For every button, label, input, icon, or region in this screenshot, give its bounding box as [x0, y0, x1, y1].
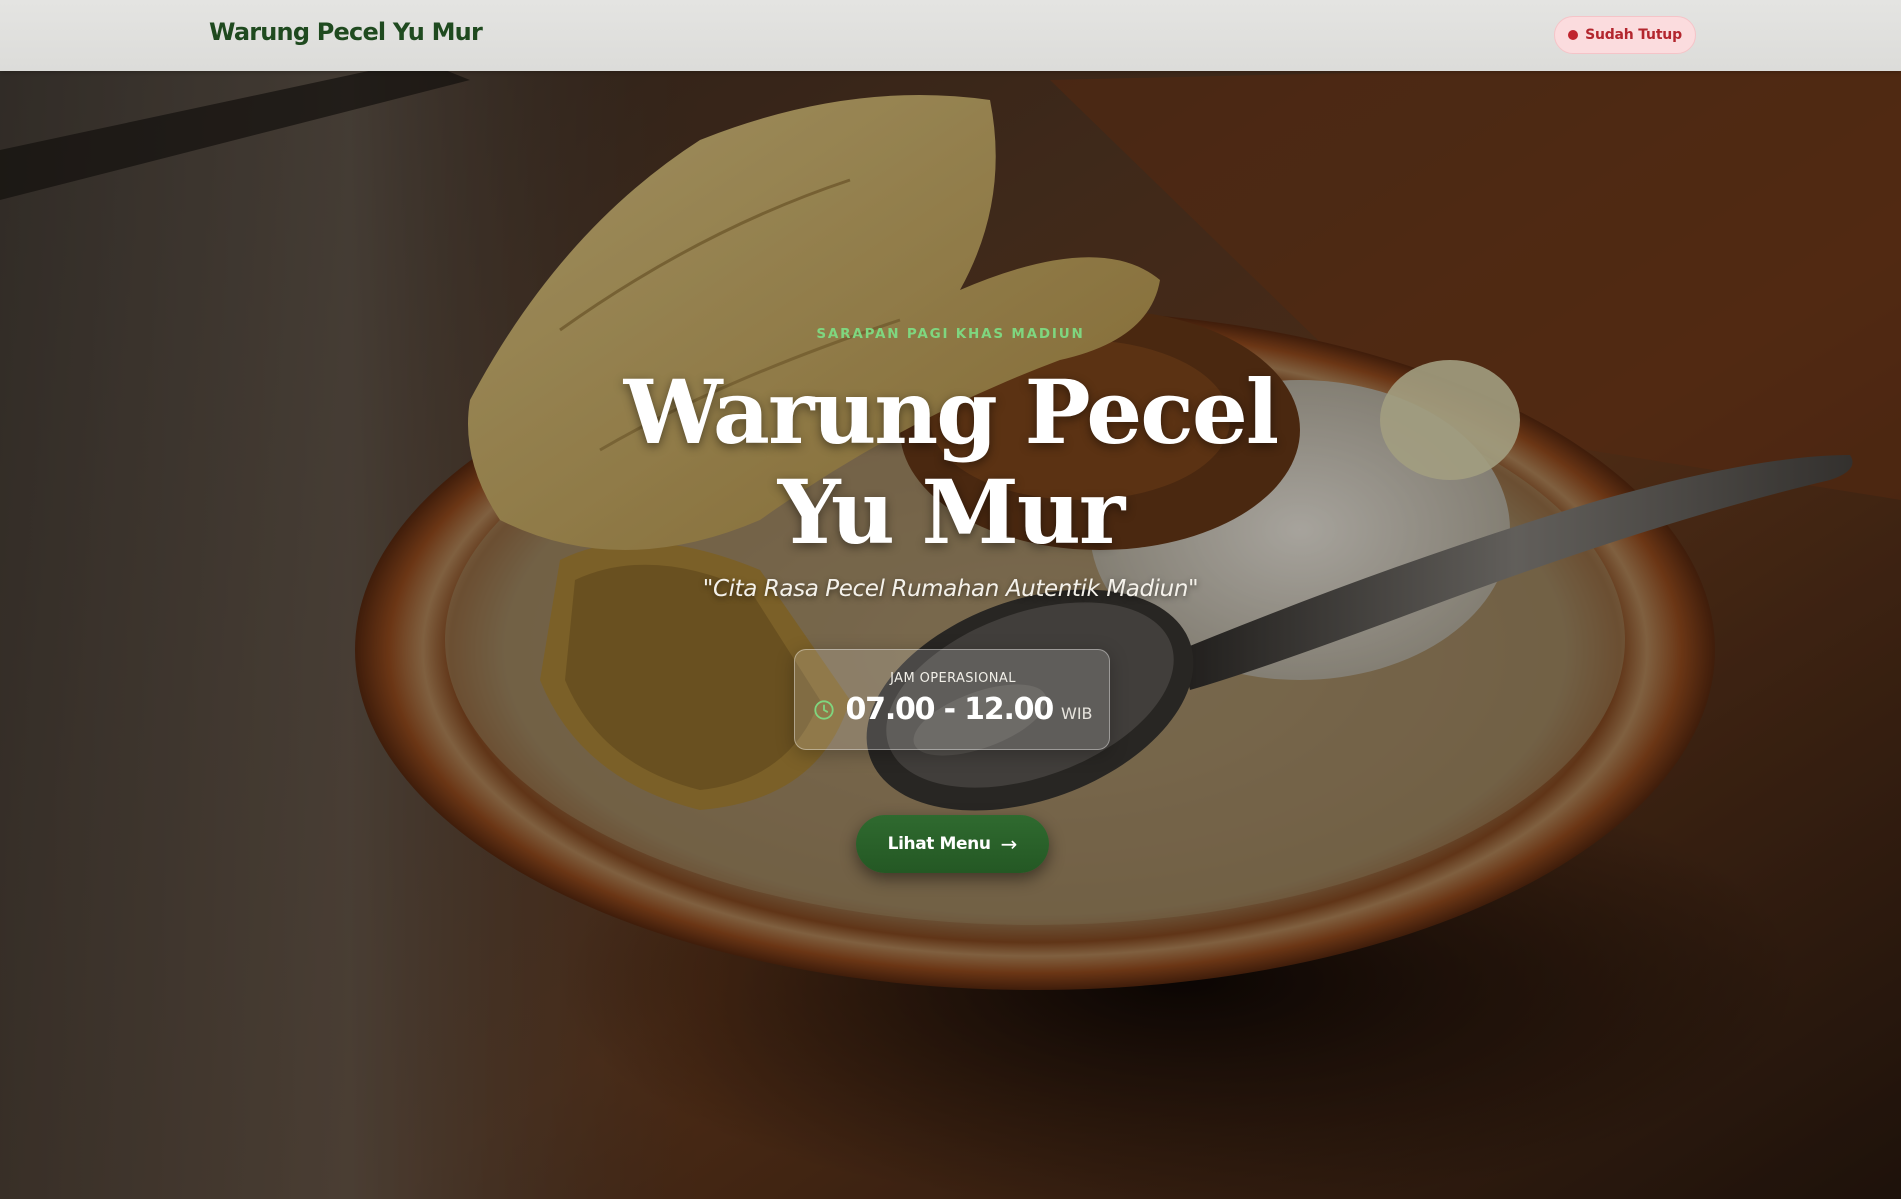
brand-logo-link[interactable]: Warung Pecel Yu Mur [209, 18, 483, 46]
hero-title: Warung Pecel Yu Mur [0, 362, 1901, 562]
view-menu-button[interactable]: Lihat Menu → [856, 815, 1049, 873]
arrow-right-icon: → [1000, 832, 1018, 856]
hero-section: SARAPAN PAGI KHAS MADIUN Warung Pecel Yu… [0, 0, 1901, 1199]
opening-hours-card: JAM OPERASIONAL 07.00 - 12.00 WIB [794, 649, 1110, 750]
opening-hours-time: 07.00 - 12.00 [845, 692, 1054, 727]
page: Warung Pecel Yu Mur Sudah Tutup SARAPAN … [0, 0, 1901, 1199]
hero-title-line-1: Warung Pecel [623, 360, 1280, 464]
opening-hours-row: 07.00 - 12.00 WIB [795, 692, 1111, 727]
hero-tagline: "Cita Rasa Pecel Rumahan Autentik Madiun… [702, 576, 1199, 602]
hero-eyebrow: SARAPAN PAGI KHAS MADIUN [816, 326, 1085, 342]
status-text: Sudah Tutup [1585, 27, 1682, 43]
view-menu-button-label: Lihat Menu [887, 834, 991, 854]
opening-hours-label: JAM OPERASIONAL [890, 671, 1016, 686]
status-badge: Sudah Tutup [1554, 16, 1696, 54]
opening-hours-unit: WIB [1061, 704, 1093, 723]
navbar: Warung Pecel Yu Mur Sudah Tutup [0, 0, 1901, 71]
status-dot-icon [1568, 30, 1579, 40]
hero-title-line-2: Yu Mur [777, 460, 1126, 564]
clock-icon [814, 699, 835, 720]
